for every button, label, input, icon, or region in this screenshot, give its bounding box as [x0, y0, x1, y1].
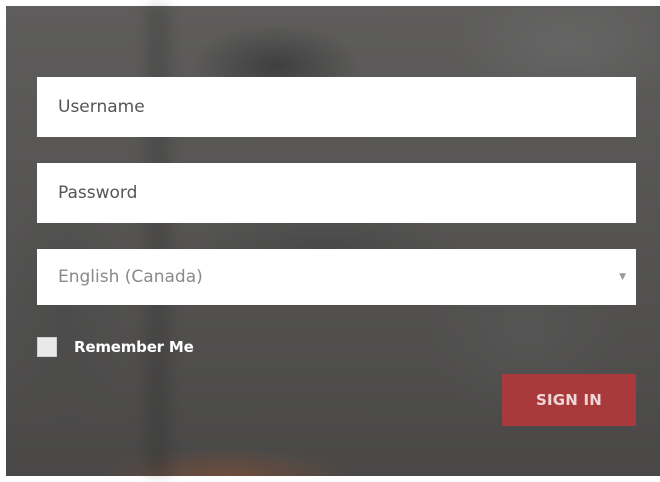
username-field[interactable]: Username [37, 77, 636, 137]
remember-me-checkbox[interactable] [37, 337, 57, 357]
caret-down-icon: ▼ [619, 272, 626, 282]
sign-in-button[interactable]: SIGN IN [502, 374, 636, 426]
remember-me-row: Remember Me [37, 337, 194, 357]
login-screen: Username Password English (Canada) ▼ Rem… [0, 0, 660, 482]
language-select[interactable]: English (Canada) ▼ [37, 249, 636, 305]
password-placeholder: Password [58, 183, 138, 203]
username-placeholder: Username [58, 97, 145, 117]
password-field[interactable]: Password [37, 163, 636, 223]
language-selected-value: English (Canada) [58, 267, 203, 287]
remember-me-label[interactable]: Remember Me [74, 338, 194, 356]
